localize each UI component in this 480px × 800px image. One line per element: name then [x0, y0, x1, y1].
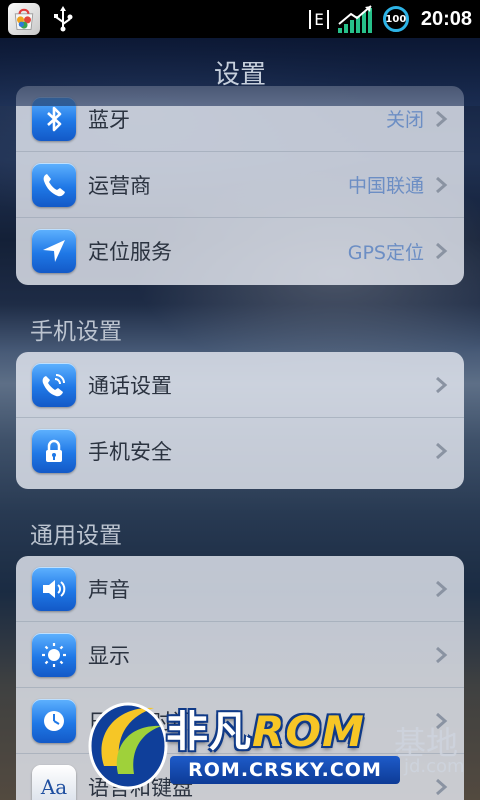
status-bar: E 100 20:08 — [0, 0, 480, 38]
location-icon — [32, 229, 76, 273]
clock-icon — [32, 698, 76, 743]
row-label: 声音 — [88, 577, 130, 602]
settings-row-carrier[interactable]: 运营商 中国联通 — [16, 152, 464, 218]
settings-row-display[interactable]: 显示 — [16, 622, 464, 688]
chevron-right-icon — [436, 376, 448, 393]
row-value: 关闭 — [385, 109, 424, 131]
chevron-right-icon — [436, 242, 448, 260]
signal-strength-icon — [337, 5, 372, 33]
watermark-brand: 非凡ROM — [166, 698, 365, 759]
watermark-url: ROM.CRSKY.COM — [170, 756, 400, 784]
chevron-right-icon — [436, 580, 448, 597]
phone-settings-group: 通话设置 手机安全 — [16, 352, 464, 489]
title-bar: 设置 — [0, 38, 480, 106]
usb-icon — [54, 6, 73, 32]
chevron-right-icon — [436, 442, 448, 460]
brightness-icon — [32, 632, 76, 677]
battery-level: 100 — [385, 13, 407, 25]
watermark: 非凡ROM ROM.CRSKY.COM 基地 jd.com — [84, 690, 480, 800]
section-header-phone: 手机设置 — [30, 319, 122, 345]
watermark-brand-rom: ROM — [252, 707, 365, 756]
row-value: 中国联通 — [347, 175, 424, 197]
chevron-right-icon — [436, 646, 448, 663]
settings-row-location[interactable]: 定位服务 GPS定位 — [16, 218, 464, 284]
row-label: 手机安全 — [88, 440, 172, 464]
row-label: 运营商 — [88, 173, 151, 198]
battery-icon: 100 — [382, 6, 409, 32]
row-value: GPS定位 — [347, 241, 424, 264]
page-title: 设置 — [213, 59, 266, 90]
watermark-logo — [88, 702, 168, 790]
row-label: 蓝牙 — [88, 107, 130, 132]
network-type-indicator: E — [309, 9, 329, 29]
status-clock: 20:08 — [420, 7, 472, 30]
row-label: 显示 — [88, 643, 130, 668]
section-header-general: 通用设置 — [30, 523, 122, 549]
watermark-tail-url: jd.com — [404, 756, 465, 777]
chevron-right-icon — [436, 176, 448, 193]
call-settings-icon — [32, 362, 76, 407]
connections-group: 蓝牙 关闭 运营商 中国联通 定位服务 GPS定位 — [16, 86, 464, 285]
settings-row-call-settings[interactable]: 通话设置 — [16, 352, 464, 418]
row-label: 通话设置 — [88, 373, 172, 398]
phone-icon — [32, 162, 76, 207]
keyboard-icon: Aa — [32, 765, 76, 800]
settings-row-phone-security[interactable]: 手机安全 — [16, 418, 464, 484]
lock-icon — [32, 429, 76, 473]
settings-row-sound[interactable]: 声音 — [16, 556, 464, 622]
app-store-icon[interactable] — [8, 3, 40, 35]
speaker-icon — [32, 566, 76, 611]
chevron-right-icon — [436, 110, 448, 127]
row-label: 定位服务 — [88, 240, 172, 264]
watermark-brand-cn: 非凡 — [166, 707, 253, 756]
